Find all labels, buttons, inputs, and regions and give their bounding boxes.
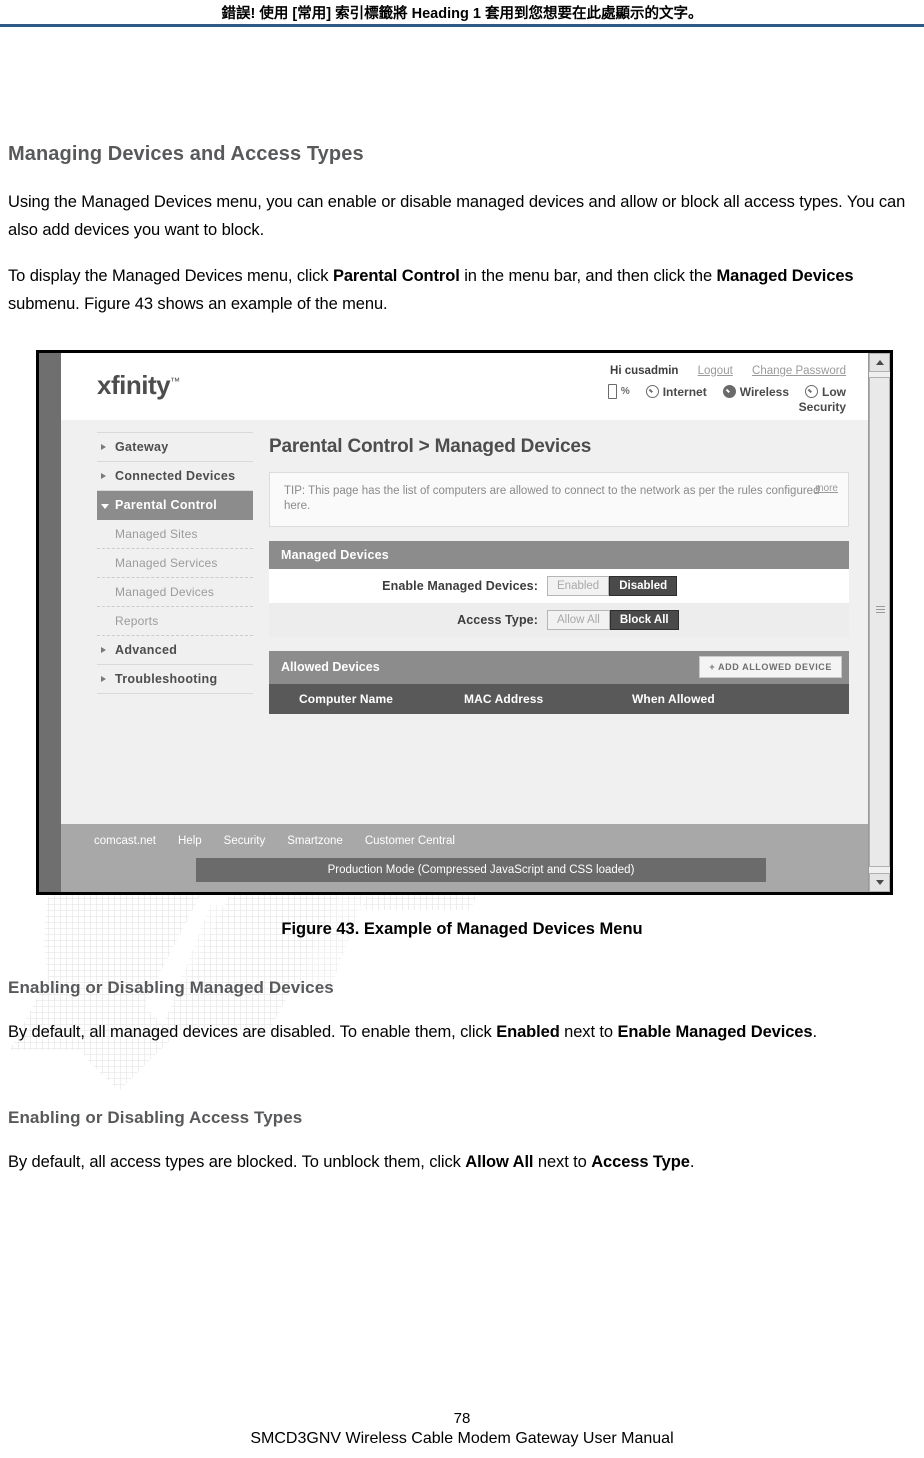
subsection-text-enabling-access-types: By default, all access types are blocked…: [8, 1153, 695, 1171]
paragraph-intro: Using the Managed Devices menu, you can …: [8, 193, 906, 239]
internet-status: Internet: [645, 384, 707, 399]
sidebar-item-troubleshooting[interactable]: Troubleshooting: [97, 665, 253, 694]
subsection-text-enabling-managed-devices: By default, all managed devices are disa…: [8, 1023, 817, 1041]
footer-link-smartzone[interactable]: Smartzone: [287, 835, 343, 847]
chevron-down-icon: [875, 880, 884, 885]
internet-label: Internet: [662, 384, 707, 399]
sidebar-item-label: Parental Control: [115, 498, 218, 512]
footer-link-help[interactable]: Help: [178, 835, 202, 847]
sidebar-nav: Gateway Connected Devices Parental Contr…: [97, 432, 253, 694]
status-indicator-row: % Internet Wireless Low: [598, 384, 846, 399]
sidebar-item-managed-sites[interactable]: Managed Sites: [97, 520, 253, 549]
check-circle-icon: [645, 385, 659, 398]
wireless-status: Wireless: [722, 384, 789, 399]
battery-icon: [607, 384, 617, 399]
toggle-allow-all-button[interactable]: Allow All: [547, 610, 610, 630]
greeting-text: Hi cusadmin: [610, 365, 679, 377]
chevron-down-icon: [101, 504, 109, 512]
document-footer: 78 SMCD3GNV Wireless Cable Modem Gateway…: [0, 1410, 924, 1448]
sidebar-item-label: Connected Devices: [115, 469, 236, 483]
tip-box: TIP: This page has the list of computers…: [269, 472, 849, 527]
footer-links: comcast.net Help Security Smartzone Cust…: [94, 835, 455, 847]
header-rule: [0, 24, 924, 27]
toggle-disabled-button[interactable]: Disabled: [609, 576, 678, 596]
security-label: Low: [822, 384, 846, 399]
battery-percent-label: %: [620, 386, 630, 397]
sidebar-item-label: Gateway: [115, 440, 169, 454]
sidebar-item-label: Advanced: [115, 643, 178, 657]
wireless-label: Wireless: [739, 384, 789, 399]
column-header-when-allowed: When Allowed: [632, 692, 715, 706]
chevron-right-icon: [101, 676, 106, 682]
check-circle-filled-icon: [722, 385, 736, 398]
logout-link[interactable]: Logout: [698, 365, 733, 377]
battery-status: %: [607, 384, 630, 399]
allowed-devices-panel: Allowed Devices + ADD ALLOWED DEVICE Com…: [269, 651, 849, 714]
access-type-toggle: Allow All Block All: [547, 610, 679, 630]
production-mode-banner: Production Mode (Compressed JavaScript a…: [196, 858, 766, 882]
figure-caption: Figure 43. Example of Managed Devices Me…: [281, 920, 643, 938]
scrollbar-thumb[interactable]: [869, 377, 890, 867]
sidebar-item-gateway[interactable]: Gateway: [97, 432, 253, 462]
account-row: Hi cusadmin Logout Change Password: [610, 365, 846, 377]
vertical-scrollbar[interactable]: [868, 353, 890, 892]
page-number: 78: [453, 1410, 471, 1427]
toggle-block-all-button[interactable]: Block All: [609, 610, 679, 630]
tip-text: TIP: This page has the list of computers…: [284, 485, 820, 512]
subsection-title-enabling-managed-devices: Enabling or Disabling Managed Devices: [8, 978, 334, 997]
paragraph-navigate: To display the Managed Devices menu, cli…: [8, 267, 854, 313]
change-password-link[interactable]: Change Password: [752, 365, 846, 377]
enable-managed-devices-row: Enable Managed Devices: Enabled Disabled: [269, 569, 849, 603]
trademark-mark: ™: [170, 376, 180, 388]
sidebar-item-connected-devices[interactable]: Connected Devices: [97, 462, 253, 491]
page-title: Parental Control > Managed Devices: [269, 436, 592, 457]
app-body: Gateway Connected Devices Parental Contr…: [61, 420, 868, 824]
figure-screenshot: xfinity™ Hi cusadmin Logout Change Passw…: [36, 350, 893, 895]
xfinity-logo: xfinity™: [97, 370, 180, 400]
manual-title: SMCD3GNV Wireless Cable Modem Gateway Us…: [250, 1430, 674, 1447]
sidebar-item-managed-devices[interactable]: Managed Devices: [97, 578, 253, 607]
check-circle-icon: [805, 385, 818, 398]
security-label-line2: Security: [798, 400, 846, 414]
managed-devices-panel-title: Managed Devices: [269, 541, 849, 569]
column-header-computer-name: Computer Name: [299, 692, 393, 706]
app-footer: comcast.net Help Security Smartzone Cust…: [61, 824, 868, 892]
toggle-enabled-button[interactable]: Enabled: [547, 576, 610, 596]
footer-link-customer-central[interactable]: Customer Central: [365, 835, 455, 847]
allowed-devices-panel-title-bar: Allowed Devices + ADD ALLOWED DEVICE: [269, 651, 849, 684]
section-title: Managing Devices and Access Types: [8, 143, 364, 165]
sidebar-item-reports[interactable]: Reports: [97, 607, 253, 636]
allowed-devices-table-header: Computer Name MAC Address When Allowed: [269, 684, 849, 714]
browser-viewport: xfinity™ Hi cusadmin Logout Change Passw…: [39, 353, 868, 892]
add-allowed-device-button[interactable]: + ADD ALLOWED DEVICE: [699, 656, 842, 678]
footer-link-comcast-net[interactable]: comcast.net: [94, 835, 156, 847]
scrollbar-grip-icon: [876, 606, 885, 613]
sidebar-item-parental-control[interactable]: Parental Control: [97, 491, 253, 520]
sidebar-item-label: Troubleshooting: [115, 672, 218, 686]
security-status: Low: [805, 385, 846, 399]
enable-managed-devices-label: Enable Managed Devices:: [382, 579, 538, 593]
allowed-devices-panel-title: Allowed Devices: [281, 660, 380, 674]
managed-devices-panel: Managed Devices Enable Managed Devices: …: [269, 541, 849, 637]
footer-link-security[interactable]: Security: [224, 835, 266, 847]
main-content-column: Parental Control > Managed Devices TIP: …: [269, 430, 849, 714]
chevron-right-icon: [101, 473, 106, 479]
sidebar-item-managed-services[interactable]: Managed Services: [97, 549, 253, 578]
scroll-up-button[interactable]: [869, 353, 890, 372]
subsection-title-enabling-access-types: Enabling or Disabling Access Types: [8, 1108, 303, 1127]
enable-managed-devices-toggle: Enabled Disabled: [547, 576, 678, 596]
sidebar-item-advanced[interactable]: Advanced: [97, 636, 253, 665]
chevron-right-icon: [101, 647, 106, 653]
access-type-label: Access Type:: [457, 613, 538, 627]
chevron-up-icon: [875, 360, 884, 365]
app-topbar: xfinity™ Hi cusadmin Logout Change Passw…: [61, 353, 868, 420]
chevron-right-icon: [101, 444, 106, 450]
tip-more-link[interactable]: more: [815, 481, 838, 496]
column-header-mac-address: MAC Address: [464, 692, 544, 706]
access-type-row: Access Type: Allow All Block All: [269, 603, 849, 637]
scroll-down-button[interactable]: [869, 873, 890, 892]
